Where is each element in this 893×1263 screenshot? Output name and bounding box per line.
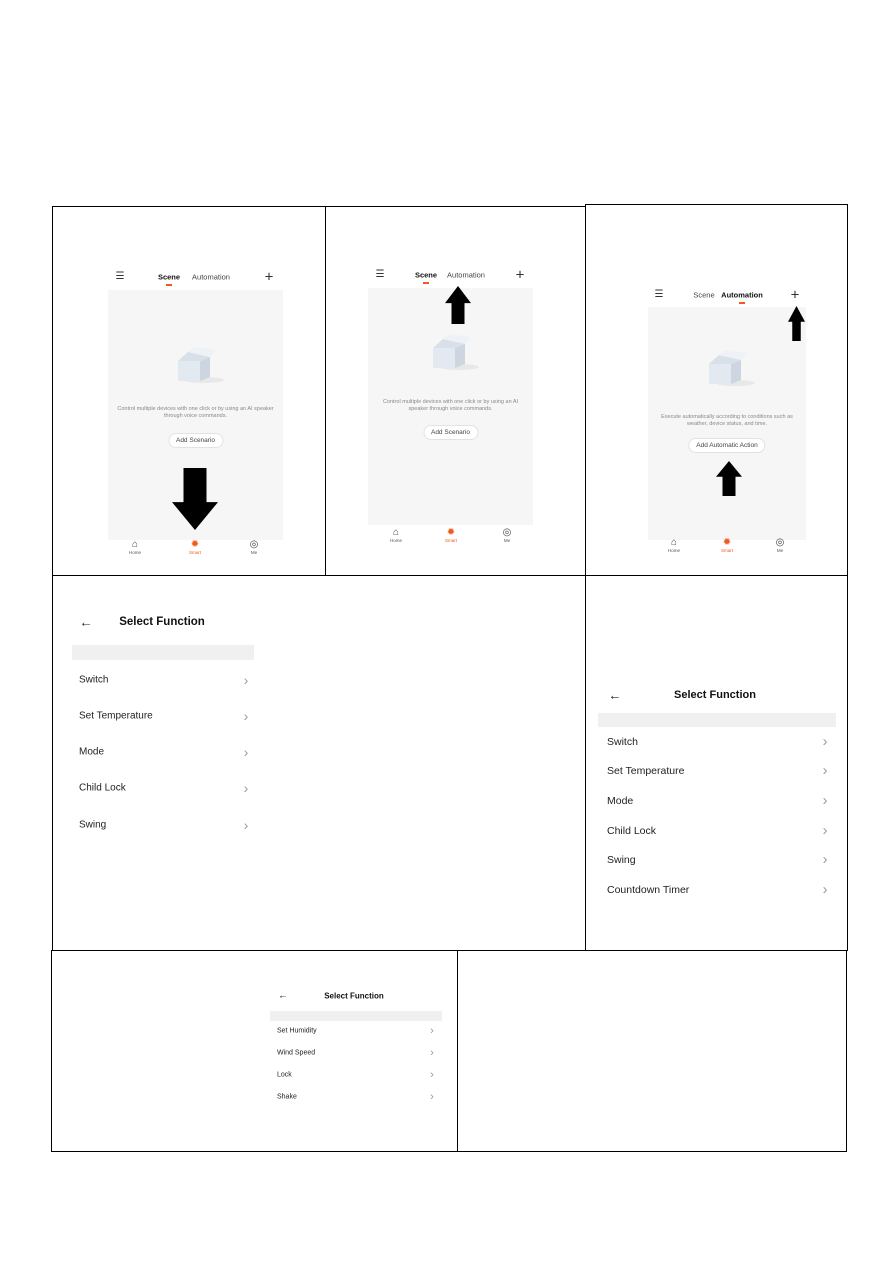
plus-icon[interactable]: + (791, 288, 800, 303)
tab-automation[interactable]: Automation (721, 291, 763, 300)
plus-icon[interactable]: + (516, 268, 525, 283)
chevron-right-icon: › (243, 708, 249, 724)
chevron-right-icon: › (430, 1091, 434, 1103)
active-tab-indicator (423, 282, 429, 284)
cell-empty (457, 950, 847, 1152)
add-scenario-button[interactable]: Add Scenario (422, 425, 479, 440)
section-divider (72, 645, 254, 660)
bottom-tab-smart[interactable]: ✹ Smart (721, 537, 733, 553)
add-scenario-button[interactable]: Add Scenario (167, 433, 224, 448)
chevron-right-icon: › (822, 852, 828, 868)
function-label: Countdown Timer (607, 884, 690, 896)
bottom-tab-smart[interactable]: ✹ Smart (189, 539, 201, 555)
tab-scene[interactable]: Scene (415, 271, 437, 280)
bottom-tab-me[interactable]: ◎ Me (776, 537, 785, 553)
back-arrow-icon[interactable]: ← (609, 688, 622, 703)
bottom-tab-home[interactable]: ⌂ Home (668, 537, 680, 553)
function-label: Switch (607, 736, 638, 748)
home-icon: ⌂ (131, 539, 139, 550)
chevron-right-icon: › (243, 780, 249, 796)
function-label: Child Lock (79, 782, 126, 794)
empty-box-icon (701, 350, 757, 393)
function-label: Set Temperature (79, 710, 153, 722)
chevron-right-icon: › (430, 1069, 434, 1081)
empty-state-description: Control multiple devices with one click … (117, 406, 274, 420)
back-arrow-icon[interactable]: ← (79, 615, 93, 630)
active-tab-indicator (739, 302, 745, 304)
bottom-tab-label: Home (389, 538, 403, 543)
hamburger-icon[interactable]: ☰ (376, 270, 385, 280)
empty-box-icon (170, 347, 226, 390)
bottom-tab-me[interactable]: ◎ Me (503, 527, 512, 543)
empty-box-icon (425, 334, 481, 377)
function-label: Set Temperature (607, 765, 685, 777)
function-label: Swing (79, 819, 107, 831)
chevron-right-icon: › (243, 744, 249, 760)
sun-icon: ✹ (190, 539, 200, 550)
sun-icon: ✹ (722, 537, 732, 548)
tab-automation[interactable]: Automation (192, 273, 230, 282)
bottom-tab-label: Home (128, 550, 142, 555)
back-arrow-icon[interactable]: ← (278, 991, 288, 1002)
chevron-right-icon: › (822, 763, 828, 779)
bottom-tab-label: Me (776, 548, 784, 553)
function-label: Mode (79, 746, 105, 758)
function-label: Mode (607, 795, 634, 807)
function-label: Lock (277, 1071, 292, 1079)
chevron-right-icon: › (243, 672, 249, 688)
chevron-right-icon: › (822, 793, 828, 809)
tab-scene[interactable]: Scene (158, 273, 180, 282)
profile-icon: ◎ (502, 527, 512, 538)
function-label: Child Lock (607, 825, 657, 837)
bottom-tab-home[interactable]: ⌂ Home (129, 539, 141, 555)
bottom-tab-home[interactable]: ⌂ Home (390, 527, 402, 543)
sun-icon: ✹ (446, 527, 456, 538)
home-icon: ⌂ (392, 527, 400, 538)
plus-icon[interactable]: + (265, 270, 274, 285)
home-icon: ⌂ (670, 537, 678, 548)
section-divider (598, 713, 836, 727)
profile-icon: ◎ (775, 537, 785, 548)
arrow-down-icon (172, 468, 218, 535)
page-title: Select Function (119, 616, 205, 628)
bottom-tab-label: Smart (444, 538, 458, 543)
hamburger-icon[interactable]: ☰ (655, 290, 664, 300)
chevron-right-icon: › (430, 1047, 434, 1059)
chevron-right-icon: › (822, 823, 828, 839)
arrow-up-icon (788, 306, 805, 346)
chevron-right-icon: › (243, 817, 249, 833)
bottom-tab-label: Me (503, 538, 511, 543)
section-divider (270, 1011, 442, 1021)
empty-state-description: Execute automatically according to condi… (661, 414, 793, 428)
arrow-up-icon (716, 461, 742, 501)
function-label: Swing (607, 854, 636, 866)
bottom-tab-label: Home (667, 548, 681, 553)
bottom-tab-label: Smart (188, 550, 202, 555)
function-label: Shake (277, 1093, 297, 1101)
bottom-tab-smart[interactable]: ✹ Smart (445, 527, 457, 543)
tab-scene[interactable]: Scene (693, 291, 714, 300)
chevron-right-icon: › (822, 734, 828, 750)
bottom-tab-label: Me (250, 550, 258, 555)
empty-state-description: Control multiple devices with one click … (382, 399, 519, 413)
function-label: Wind Speed (277, 1049, 316, 1057)
chevron-right-icon: › (430, 1025, 434, 1037)
active-tab-indicator (166, 284, 172, 286)
cell-select-function-1 (52, 575, 586, 951)
add-automatic-action-button[interactable]: Add Automatic Action (688, 438, 766, 453)
bottom-tab-me[interactable]: ◎ Me (250, 539, 259, 555)
arrow-up-icon (445, 286, 471, 329)
function-label: Switch (79, 674, 109, 686)
tab-automation[interactable]: Automation (447, 271, 485, 280)
cell-select-function-3 (51, 950, 458, 1152)
chevron-right-icon: › (822, 882, 828, 898)
bottom-tab-label: Smart (720, 548, 734, 553)
function-label: Set Humidity (277, 1027, 317, 1035)
hamburger-icon[interactable]: ☰ (116, 272, 125, 282)
page-title: Select Function (674, 689, 756, 701)
page-title: Select Function (324, 991, 384, 1001)
profile-icon: ◎ (249, 539, 259, 550)
